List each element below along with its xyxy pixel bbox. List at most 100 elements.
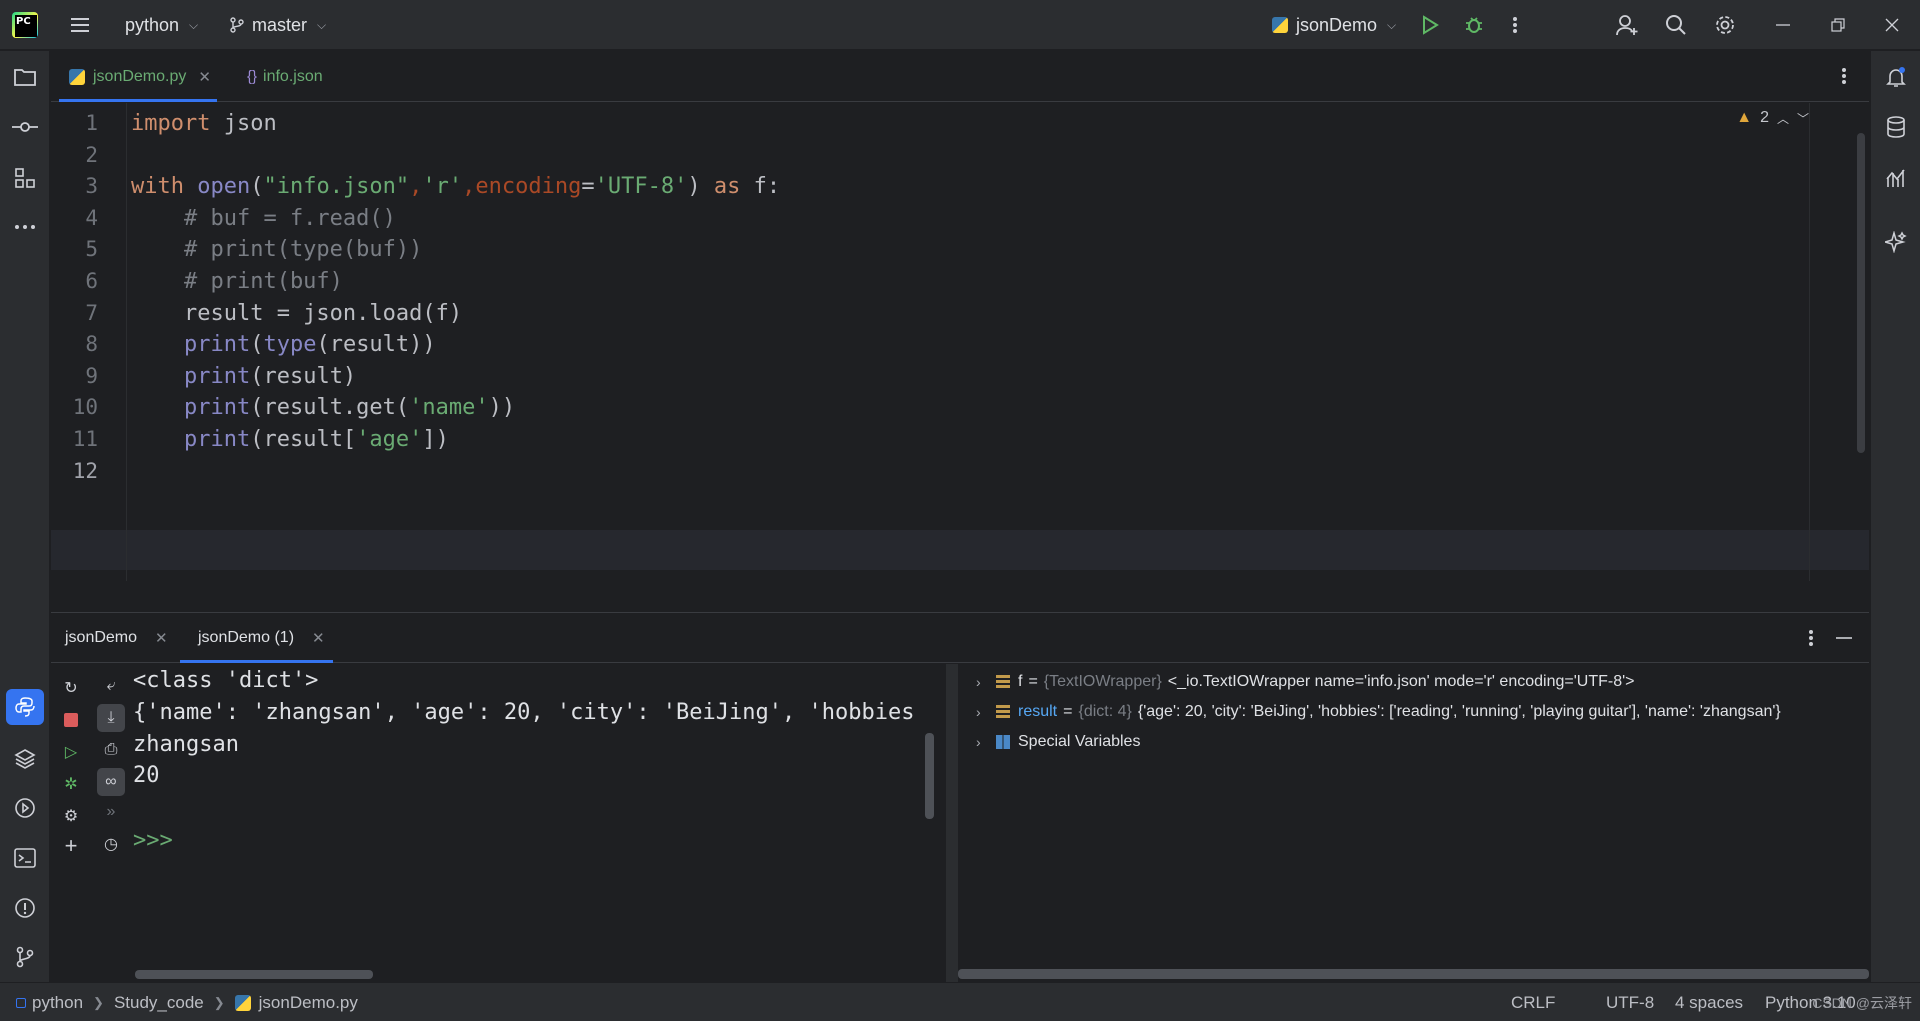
json-file-icon: {} [247,68,258,85]
console-tab-label: jsonDemo (1) [198,629,295,646]
show-variables-icon[interactable]: ∞ [97,768,125,796]
console-tab-jsondemo-1[interactable]: jsonDemo (1) ✕ [180,613,333,663]
project-switcher[interactable]: python ⌵ [125,0,198,50]
editor-scrollbar[interactable] [1857,133,1865,453]
breadcrumb-item[interactable]: python [32,993,83,1013]
main-menu-icon[interactable] [65,10,95,40]
python-icon [1272,17,1288,33]
console-vertical-scrollbar[interactable] [925,733,934,819]
right-margin-guide [1809,103,1810,581]
debug-button[interactable] [1459,10,1489,40]
variables-view: › f = {TextIOWrapper} <_io.TextIOWrapper… [958,664,1869,982]
rerun-icon[interactable]: ↻ [57,674,85,702]
restore-window-icon[interactable] [1823,10,1853,40]
console-tab-jsondemo[interactable]: jsonDemo ✕ [65,613,168,663]
hide-panel-icon[interactable] [1829,623,1859,653]
soft-wrap-icon[interactable]: ⤶ [97,672,125,700]
console-output[interactable]: <class 'dict'> {'name': 'zhangsan', 'age… [133,664,945,982]
settings-gear-icon[interactable] [1710,10,1740,40]
python-console-icon[interactable] [6,689,44,725]
left-tool-strip [0,51,50,982]
indent-widget[interactable]: 4 spaces [1675,983,1743,1021]
expand-chevron-icon[interactable]: › [976,734,996,750]
more-actions-icon[interactable] [1500,10,1530,40]
search-icon[interactable] [1661,10,1691,40]
variable-row-f[interactable]: › f = {TextIOWrapper} <_io.TextIOWrapper… [958,668,1635,696]
breadcrumb-item[interactable]: Study_code [114,993,204,1013]
execute-icon[interactable]: ▷ [57,738,85,766]
code-editor[interactable]: 1 2 3 4 5 6 7 8 9 10 11 12 import json w… [51,103,1869,581]
previous-highlight-icon[interactable]: ︿ [1777,110,1789,127]
console-settings-icon[interactable]: ⚙ [57,802,85,830]
close-window-icon[interactable] [1877,10,1907,40]
variable-name: f [1018,673,1023,690]
expand-chevron-icon[interactable]: › [976,704,996,720]
breadcrumb-item[interactable]: jsonDemo.py [259,993,358,1013]
tab-info-json[interactable]: {} info.json [247,51,323,102]
variable-row-result[interactable]: › result = {dict: 4} {'age': 20, 'city':… [958,698,1781,726]
services-icon[interactable] [10,793,40,823]
line-number: 7 [85,301,98,325]
console-tab-label: jsonDemo [65,629,138,646]
more-tools-icon[interactable] [10,212,40,242]
console-line: 20 [133,763,160,788]
tab-label: info.json [263,67,323,85]
layers-icon[interactable] [10,743,40,773]
problems-icon[interactable] [10,893,40,923]
tab-label: jsonDemo.py [93,67,187,85]
variables-horizontal-scrollbar[interactable] [958,969,1869,979]
close-tab-icon[interactable]: ✕ [312,629,325,647]
indent-label: 4 spaces [1675,992,1744,1012]
expand-chevron-icon[interactable]: › [976,674,996,690]
command-queue-icon[interactable]: » [97,798,125,826]
line-ending-widget[interactable]: CRLF [1511,983,1555,1021]
close-tab-icon[interactable]: ✕ [155,629,168,647]
variable-object-icon [996,705,1010,719]
editor-tab-options-icon[interactable] [1829,61,1859,91]
notifications-bell-icon[interactable] [1881,62,1911,92]
chevron-down-icon: ⌵ [1387,17,1397,32]
variable-row-special[interactable]: › Special Variables [958,728,1140,756]
history-clock-icon[interactable]: ◷ [97,830,125,858]
chevron-down-icon: ⌵ [189,17,199,32]
commit-icon[interactable] [10,112,40,142]
right-tool-strip [1870,51,1920,982]
database-icon[interactable] [1881,112,1911,142]
terminal-icon[interactable] [10,843,40,873]
panel-options-icon[interactable] [1796,623,1826,653]
scroll-to-end-icon[interactable]: ⤓ [97,704,125,732]
code-line: # print(buf) [131,269,343,294]
debug-console-icon[interactable]: ✲ [57,770,85,798]
minimize-window-icon[interactable] [1768,10,1798,40]
special-variables-icon [996,735,1010,749]
next-highlight-icon[interactable]: ﹀ [1797,110,1809,127]
python-file-icon [234,994,251,1011]
warnings-count: 2 [1760,109,1769,126]
print-icon[interactable]: ⎙ [97,736,125,764]
structure-icon[interactable] [10,163,40,193]
chevron-right-icon: ❯ [213,994,225,1010]
new-console-icon[interactable]: + [57,832,85,860]
sciview-chart-icon[interactable] [1881,163,1911,193]
close-tab-icon[interactable]: ✕ [198,68,211,86]
run-config-selector[interactable]: jsonDemo ⌵ [1272,0,1396,50]
status-bar: python ❯ Study_code ❯ jsonDemo.py CRLF U… [0,982,1920,1021]
console-horizontal-scrollbar[interactable] [135,970,373,979]
console-line: zhangsan [133,732,239,757]
current-line-highlight [51,530,1869,570]
branch-switcher[interactable]: master ⌵ [230,0,326,50]
line-number: 6 [85,269,98,293]
ai-assistant-icon[interactable] [1881,227,1911,257]
git-icon[interactable] [10,942,40,972]
inspection-widget[interactable]: ▲ 2 ︿ ﹀ [1736,109,1809,127]
console-view-toolbar: ⤶ ⤓ ⎙ ∞ » ◷ [91,664,131,982]
stop-icon[interactable] [57,706,85,734]
line-number-gutter: 1 2 3 4 5 6 7 8 9 10 11 12 [51,103,127,581]
panel-splitter[interactable] [946,664,958,982]
run-button[interactable] [1415,10,1445,40]
encoding-widget[interactable]: UTF-8 [1606,983,1654,1021]
console-actions-toolbar: ↻ ▷ ✲ ⚙ + [51,664,91,982]
add-user-icon[interactable] [1612,10,1642,40]
project-folder-icon[interactable] [10,62,40,92]
tab-jsondemo-py[interactable]: jsonDemo.py ✕ [59,51,217,102]
